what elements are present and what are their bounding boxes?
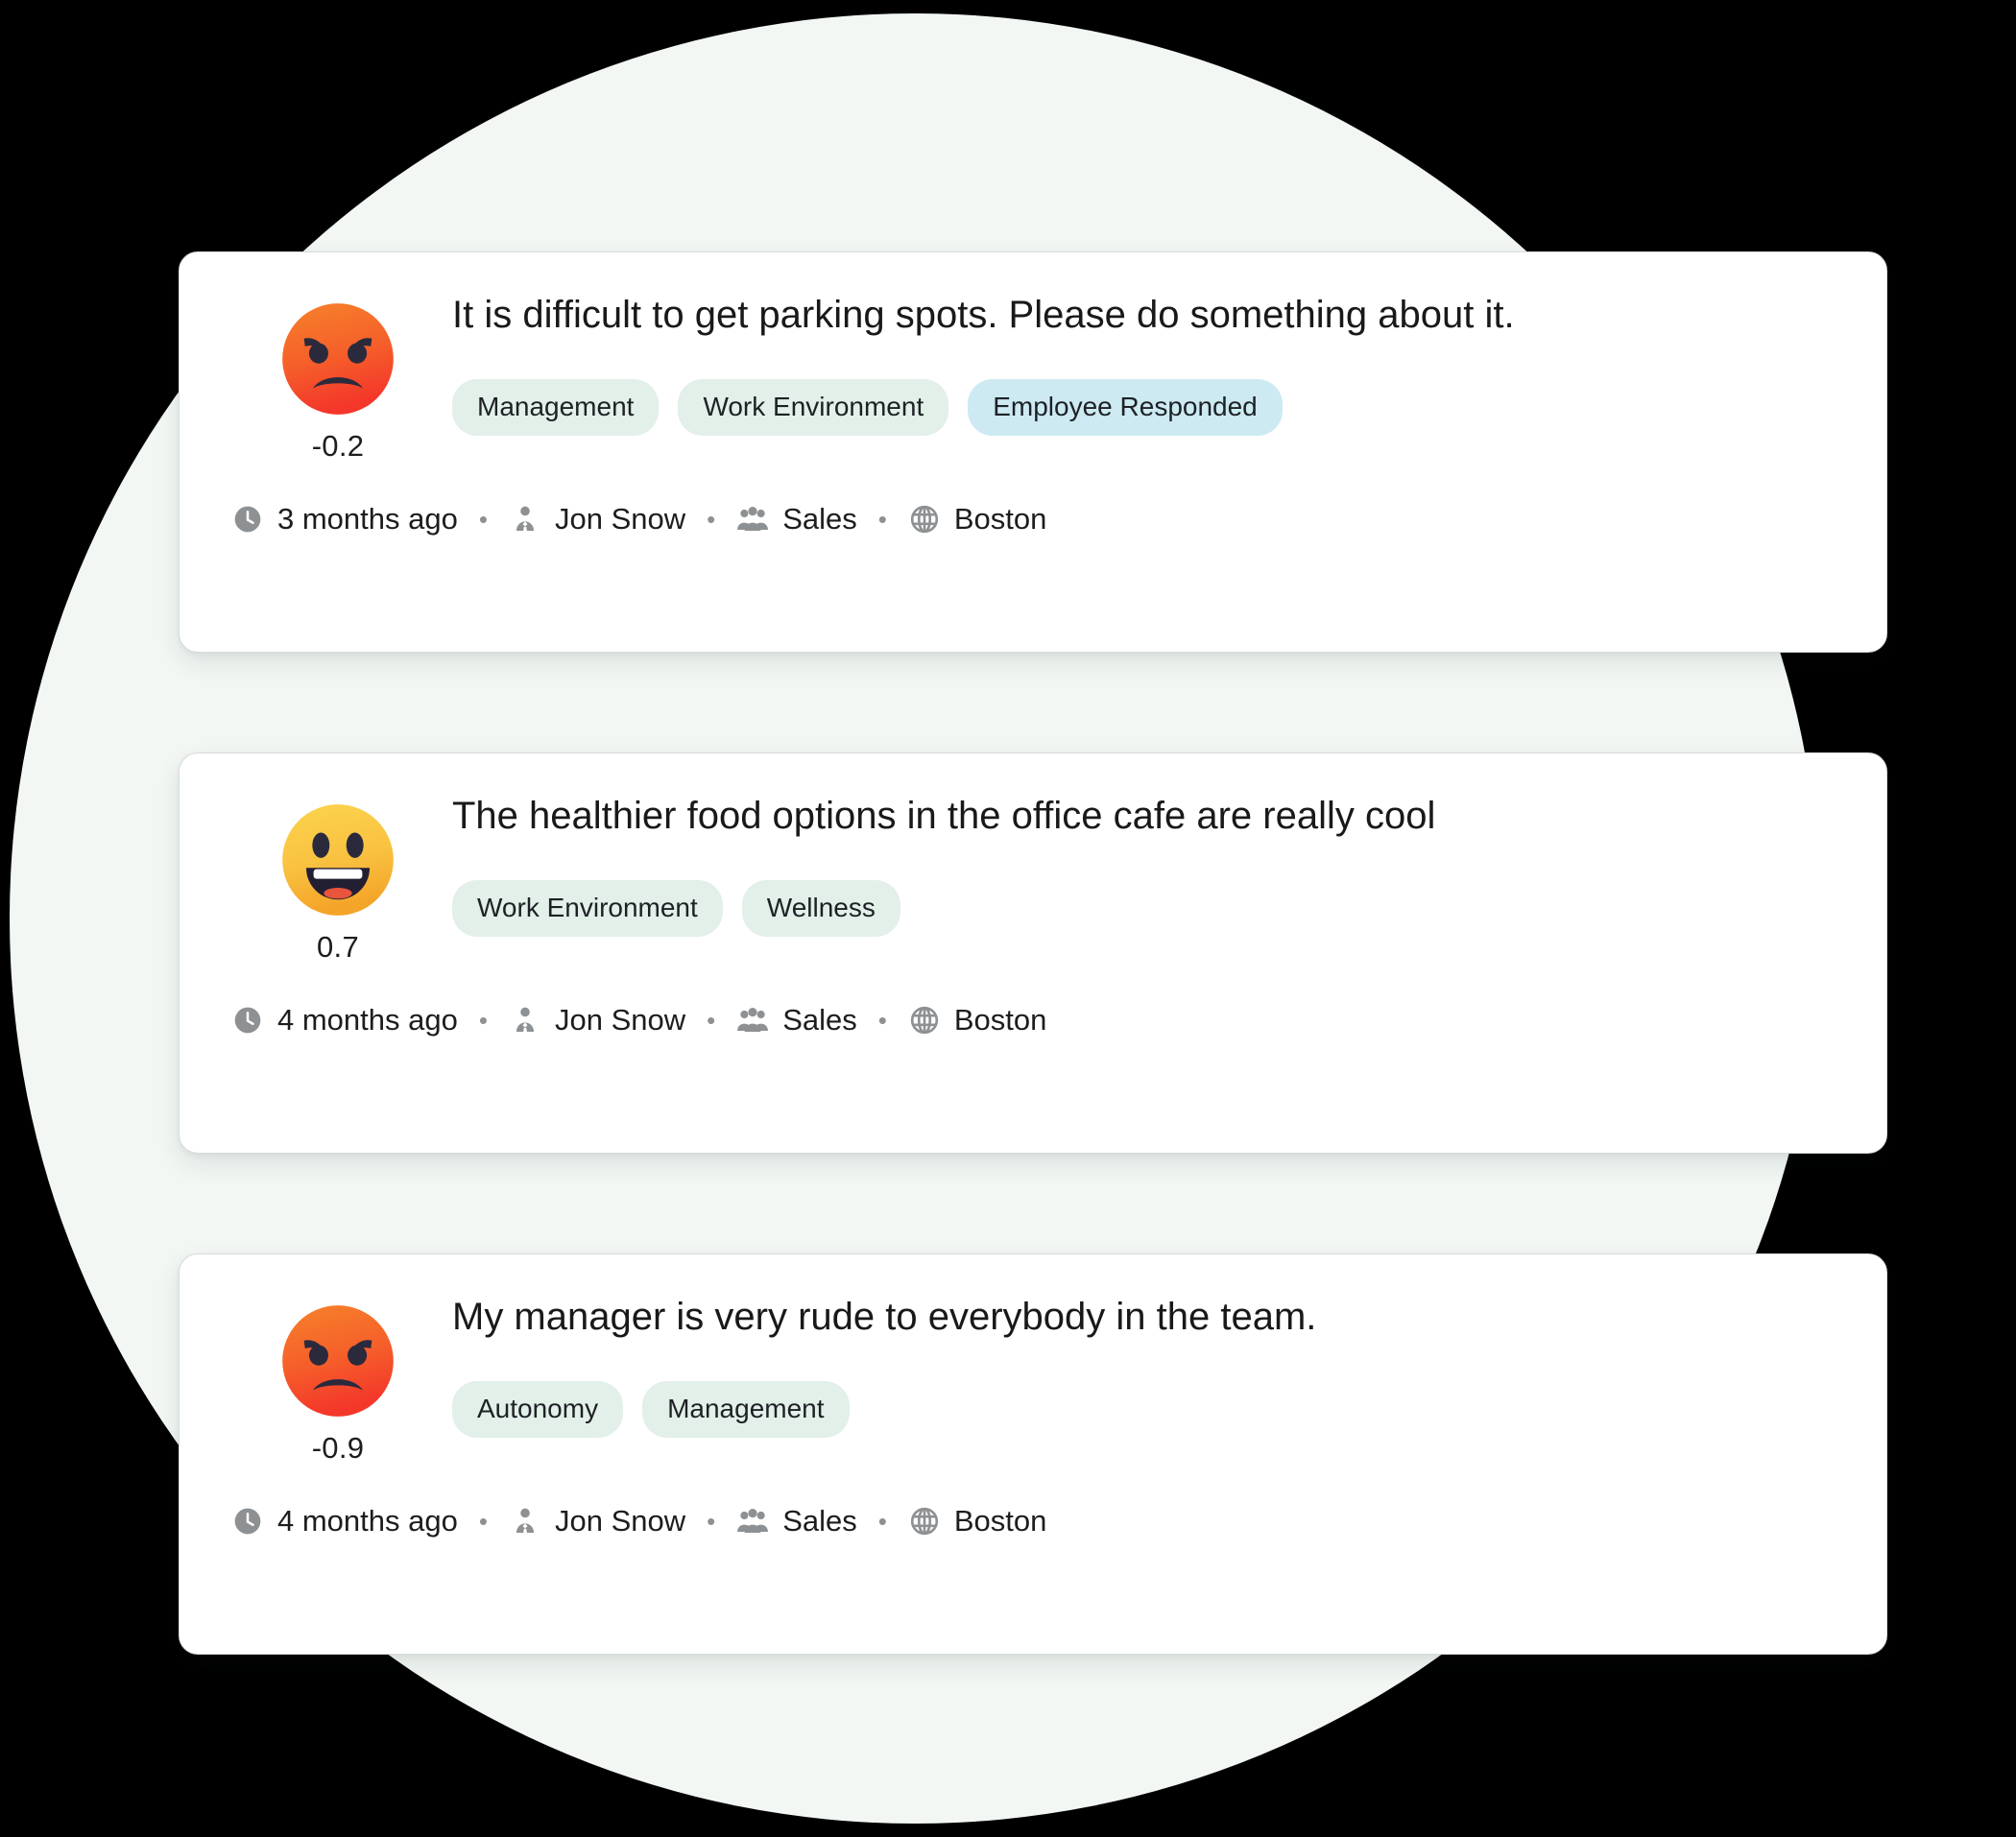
- meta-team: Sales: [736, 1003, 857, 1038]
- tag-row: Work Environment Wellness: [452, 880, 1842, 937]
- meta-person-label: Jon Snow: [554, 502, 686, 536]
- meta-location: Boston: [908, 502, 1047, 537]
- meta-separator: •: [478, 505, 488, 534]
- tag-chip[interactable]: Work Environment: [678, 379, 949, 436]
- meta-separator: •: [877, 1006, 887, 1035]
- card-meta-row: 3 months ago • Jon Snow • Sales • Boston: [224, 502, 1842, 537]
- comment-text: My manager is very rude to everybody in …: [452, 1296, 1317, 1338]
- feedback-card[interactable]: -0.9 My manager is very rude to everybod…: [179, 1253, 1887, 1655]
- card-body-column: The healthier food options in the office…: [452, 790, 1842, 937]
- happy-face-emoji: [281, 803, 395, 917]
- clock-icon: [231, 1505, 264, 1538]
- meta-person: Jon Snow: [509, 1504, 685, 1539]
- meta-location-label: Boston: [953, 502, 1047, 536]
- people-group-icon: [736, 1505, 769, 1538]
- meta-separator: •: [877, 505, 887, 534]
- tag-chip[interactable]: Autonomy: [452, 1381, 624, 1438]
- meta-separator: •: [707, 505, 716, 534]
- clock-icon: [231, 503, 264, 536]
- meta-person-label: Jon Snow: [554, 1003, 686, 1037]
- sentiment-score: -0.9: [311, 1431, 365, 1465]
- globe-icon: [908, 1004, 941, 1037]
- meta-time-label: 4 months ago: [277, 1003, 458, 1037]
- tag-chip[interactable]: Work Environment: [452, 880, 723, 937]
- meta-team-label: Sales: [782, 502, 857, 536]
- feedback-card-list: -0.2 It is difficult to get parking spot…: [179, 251, 1887, 1655]
- sentiment-score: 0.7: [317, 930, 359, 964]
- meta-location-label: Boston: [953, 1504, 1047, 1538]
- meta-separator: •: [478, 1006, 488, 1035]
- comment-text: It is difficult to get parking spots. Pl…: [452, 294, 1515, 336]
- tag-row: Autonomy Management: [452, 1381, 1842, 1438]
- meta-location-label: Boston: [953, 1003, 1047, 1037]
- meta-separator: •: [707, 1507, 716, 1536]
- globe-icon: [908, 503, 941, 536]
- angry-face-emoji: [281, 302, 395, 416]
- people-group-icon: [736, 1004, 769, 1037]
- meta-person-label: Jon Snow: [554, 1504, 686, 1538]
- card-body-column: My manager is very rude to everybody in …: [452, 1291, 1842, 1438]
- meta-team: Sales: [736, 1504, 857, 1539]
- tag-chip[interactable]: Management: [642, 1381, 850, 1438]
- meta-time: 4 months ago: [231, 1504, 458, 1539]
- feedback-card[interactable]: -0.2 It is difficult to get parking spot…: [179, 251, 1887, 653]
- card-meta-row: 4 months ago • Jon Snow • Sales • Boston: [224, 1504, 1842, 1539]
- person-tie-icon: [509, 1505, 541, 1538]
- card-meta-row: 4 months ago • Jon Snow • Sales • Boston: [224, 1003, 1842, 1038]
- tag-chip-status[interactable]: Employee Responded: [968, 379, 1283, 436]
- sentiment-column: -0.9: [224, 1291, 452, 1466]
- meta-separator: •: [478, 1507, 488, 1536]
- meta-team: Sales: [736, 502, 857, 537]
- angry-face-emoji: [281, 1304, 395, 1418]
- meta-team-label: Sales: [782, 1003, 857, 1037]
- feedback-card[interactable]: 0.7 The healthier food options in the of…: [179, 752, 1887, 1154]
- tag-row: Management Work Environment Employee Res…: [452, 379, 1842, 436]
- meta-time-label: 3 months ago: [277, 502, 458, 536]
- meta-time-label: 4 months ago: [277, 1504, 458, 1538]
- meta-time: 3 months ago: [231, 502, 458, 537]
- card-body-column: It is difficult to get parking spots. Pl…: [452, 289, 1842, 436]
- meta-separator: •: [707, 1006, 716, 1035]
- meta-person: Jon Snow: [509, 1003, 685, 1038]
- card-top-row: 0.7 The healthier food options in the of…: [224, 790, 1842, 965]
- meta-location: Boston: [908, 1003, 1047, 1038]
- globe-icon: [908, 1505, 941, 1538]
- sentiment-score: -0.2: [311, 429, 365, 463]
- meta-team-label: Sales: [782, 1504, 857, 1538]
- meta-person: Jon Snow: [509, 502, 685, 537]
- meta-location: Boston: [908, 1504, 1047, 1539]
- sentiment-column: -0.2: [224, 289, 452, 464]
- person-tie-icon: [509, 503, 541, 536]
- people-group-icon: [736, 503, 769, 536]
- sentiment-column: 0.7: [224, 790, 452, 965]
- comment-text: The healthier food options in the office…: [452, 795, 1436, 837]
- clock-icon: [231, 1004, 264, 1037]
- card-top-row: -0.9 My manager is very rude to everybod…: [224, 1291, 1842, 1466]
- meta-time: 4 months ago: [231, 1003, 458, 1038]
- card-top-row: -0.2 It is difficult to get parking spot…: [224, 289, 1842, 464]
- person-tie-icon: [509, 1004, 541, 1037]
- tag-chip[interactable]: Wellness: [741, 880, 900, 937]
- meta-separator: •: [877, 1507, 887, 1536]
- tag-chip[interactable]: Management: [452, 379, 660, 436]
